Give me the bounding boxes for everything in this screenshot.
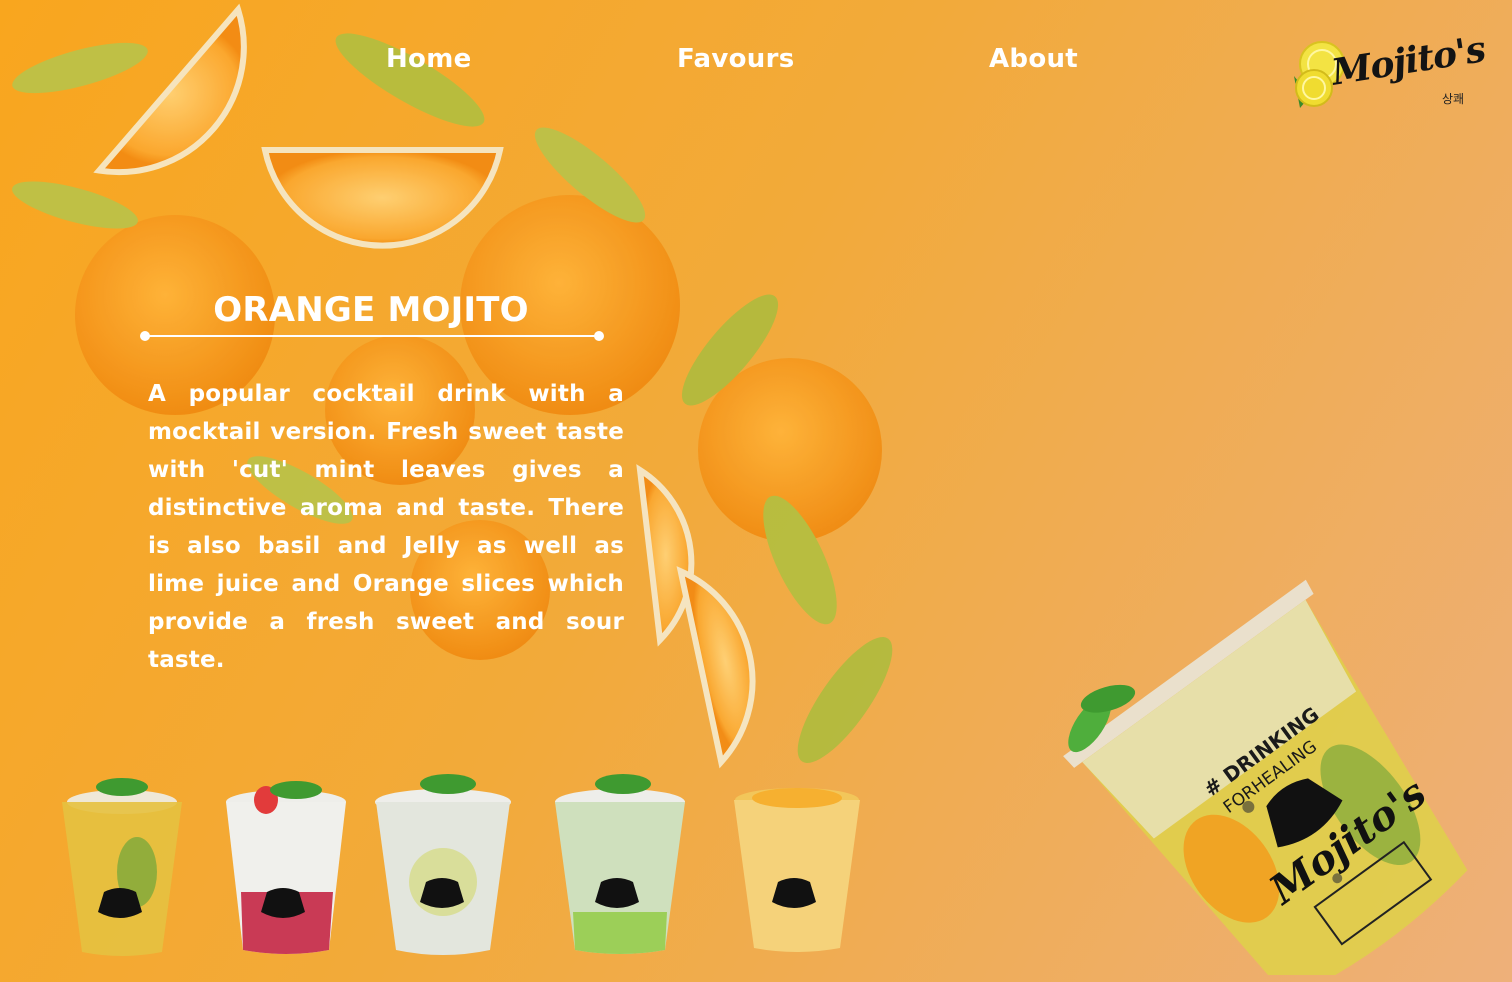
orange-slice [93,3,247,176]
orange-slice [261,147,504,249]
nav-about-link[interactable]: About [989,44,1078,74]
leaf [681,294,779,406]
leaf [534,127,646,223]
leaf [12,181,138,229]
orange-slice [636,464,695,647]
leaf [797,637,893,763]
nav-home-link[interactable]: Home [386,44,472,74]
thumbnail-kiwi-mojito[interactable] [545,762,695,962]
thumbnail-orange-mojito[interactable] [42,762,192,962]
thumbnail-strawberry-mojito[interactable] [211,762,361,962]
leaf [763,495,837,625]
hero-mojito-cup: # DRINKING FORHEALING Mojito's [1063,579,1468,975]
orange-fruit [698,358,882,542]
thumbnail-mango-mojito[interactable] [722,762,872,962]
underline-bar [146,335,598,337]
product-title: ORANGE MOJITO [213,290,529,330]
leaf [12,42,148,94]
product-description: A popular cocktail drink with a mocktail… [148,381,624,673]
title-underline [140,330,604,342]
leaf [335,33,485,127]
logo-text: Mojito's [1328,28,1488,94]
underline-dot-right [594,331,604,341]
mojitos-logo[interactable]: Mojito's 상쾌 [1292,28,1488,122]
logo-subtitle: 상쾌 [1442,92,1465,106]
orange-slice [676,566,756,769]
nav-favours-link[interactable]: Favours [677,44,795,74]
thumbnail-lemon-mojito[interactable] [368,762,518,962]
